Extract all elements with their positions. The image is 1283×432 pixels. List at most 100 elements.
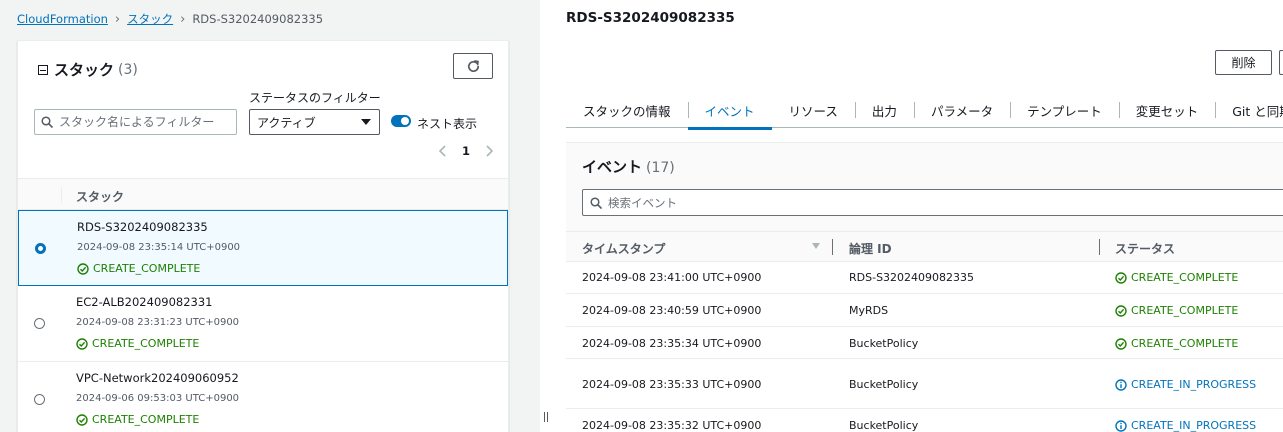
- stack-name[interactable]: VPC-Network202409060952: [76, 371, 239, 385]
- chevron-right-icon: ›: [180, 11, 186, 27]
- search-icon: [41, 116, 53, 128]
- breadcrumb-cloudformation[interactable]: CloudFormation: [17, 12, 108, 26]
- stack-list-pane: CloudFormation › スタック › RDS-S32024090823…: [0, 0, 540, 432]
- event-status: CREATE_COMPLETE: [1115, 271, 1238, 284]
- next-page-button[interactable]: [481, 143, 497, 159]
- stack-list-header: スタック: [18, 178, 508, 210]
- event-status-text: CREATE_COMPLETE: [1131, 271, 1239, 284]
- event-row: 2024-09-08 23:41:00 UTC+0900 RDS-S320240…: [566, 261, 1283, 293]
- tab-template[interactable]: テンプレート: [1010, 92, 1119, 128]
- stack-time: 2024-09-06 09:53:03 UTC+0900: [76, 393, 240, 404]
- stack-status: CREATE_COMPLETE: [77, 262, 200, 275]
- column-divider: [61, 187, 62, 203]
- nest-toggle[interactable]: [391, 115, 411, 127]
- check-circle-icon: [76, 337, 88, 350]
- event-status-text: CREATE_COMPLETE: [1131, 337, 1239, 350]
- stack-row[interactable]: EC2-ALB202409082331 2024-09-08 23:31:23 …: [18, 286, 508, 362]
- events-panel-title: イベント (17): [582, 156, 675, 177]
- event-status: CREATE_COMPLETE: [1115, 337, 1238, 350]
- event-row: 2024-09-08 23:35:33 UTC+0900 BucketPolic…: [566, 358, 1283, 408]
- event-logical-id: RDS-S3202409082335: [849, 271, 975, 284]
- stack-name[interactable]: EC2-ALB202409082331: [76, 295, 212, 309]
- events-count: (17): [646, 160, 675, 176]
- event-status: CREATE_COMPLETE: [1115, 304, 1238, 317]
- stack-search-box[interactable]: [34, 109, 237, 135]
- stack-radio[interactable]: [34, 394, 45, 405]
- event-status: CREATE_IN_PROGRESS: [1115, 419, 1256, 432]
- check-circle-icon: [1115, 271, 1127, 284]
- event-logical-id: BucketPolicy: [849, 337, 919, 350]
- refresh-button[interactable]: [453, 53, 493, 79]
- current-page[interactable]: 1: [462, 144, 470, 158]
- stack-row[interactable]: VPC-Network202409060952 2024-09-06 09:53…: [18, 362, 508, 432]
- event-timestamp: 2024-09-08 23:35:33 UTC+0900: [582, 378, 762, 391]
- nest-toggle-label: ネスト表示: [417, 117, 478, 131]
- status-filter-label: ステータスのフィルター: [249, 91, 381, 105]
- stack-status: CREATE_COMPLETE: [76, 413, 199, 426]
- tab-git-sync[interactable]: Git と同期 - 新規: [1215, 92, 1283, 128]
- more-actions-button[interactable]: [1279, 50, 1283, 75]
- event-row: 2024-09-08 23:35:34 UTC+0900 BucketPolic…: [566, 326, 1283, 358]
- event-search-input[interactable]: [608, 195, 1208, 210]
- event-timestamp: 2024-09-08 23:35:32 UTC+0900: [582, 419, 762, 432]
- tab-outputs[interactable]: 出力: [854, 92, 914, 128]
- stack-status: CREATE_COMPLETE: [76, 337, 199, 350]
- status-filter-select[interactable]: アクティブ: [249, 109, 380, 135]
- event-logical-id: BucketPolicy: [849, 378, 919, 391]
- logical-id-column-header[interactable]: 論理 ID: [849, 240, 892, 257]
- split-pane-resize-handle[interactable]: [540, 0, 550, 432]
- event-status: CREATE_IN_PROGRESS: [1115, 378, 1256, 391]
- events-table-header: タイムスタンプ 論理 ID ステータス: [566, 231, 1283, 261]
- event-timestamp: 2024-09-08 23:40:59 UTC+0900: [582, 304, 762, 317]
- tab-resources[interactable]: リソース: [772, 92, 855, 128]
- column-divider: [1099, 239, 1100, 255]
- event-search-box[interactable]: [582, 189, 1283, 216]
- stack-search-input[interactable]: [59, 115, 229, 129]
- event-logical-id: MyRDS: [849, 304, 889, 317]
- timestamp-column-header[interactable]: タイムスタンプ: [582, 240, 665, 257]
- detail-tabs: スタックの情報 イベント リソース 出力 パラメータ テンプレート 変更セット …: [566, 92, 1283, 130]
- stack-radio[interactable]: [35, 243, 46, 254]
- stack-status-text: CREATE_COMPLETE: [92, 413, 200, 426]
- info-circle-icon: [1115, 419, 1127, 432]
- breadcrumb-current-stack: RDS-S3202409082335: [192, 12, 324, 26]
- chevron-right-icon: ›: [114, 11, 121, 27]
- check-circle-icon: [77, 262, 89, 275]
- breadcrumb-stacks[interactable]: スタック: [127, 11, 173, 27]
- event-timestamp: 2024-09-08 23:41:00 UTC+0900: [582, 271, 762, 284]
- delete-button[interactable]: 削除: [1215, 50, 1272, 75]
- tab-parameters[interactable]: パラメータ: [913, 92, 1010, 128]
- refresh-icon: [467, 59, 479, 72]
- chevron-left-icon: [438, 145, 446, 157]
- prev-page-button[interactable]: [435, 143, 451, 159]
- status-column-header[interactable]: ステータス: [1115, 240, 1175, 257]
- chevron-right-icon: [486, 145, 494, 157]
- tab-events[interactable]: イベント: [687, 92, 772, 130]
- event-status-text: CREATE_IN_PROGRESS: [1131, 419, 1257, 432]
- stack-detail-title: RDS-S3202409082335: [566, 10, 735, 26]
- tab-change-sets[interactable]: 変更セット: [1118, 92, 1216, 128]
- stack-column-header[interactable]: スタック: [76, 188, 124, 205]
- stack-radio[interactable]: [34, 318, 45, 329]
- check-circle-icon: [1115, 337, 1127, 350]
- stack-status-text: CREATE_COMPLETE: [92, 337, 200, 350]
- stack-status-text: CREATE_COMPLETE: [93, 262, 201, 275]
- collapse-icon[interactable]: [38, 64, 48, 75]
- stack-time: 2024-09-08 23:35:14 UTC+0900: [77, 242, 241, 253]
- breadcrumb: CloudFormation › スタック › RDS-S32024090823…: [17, 11, 323, 27]
- info-circle-icon: [1115, 378, 1127, 391]
- check-circle-icon: [1115, 304, 1127, 317]
- event-row: 2024-09-08 23:40:59 UTC+0900 MyRDS CREAT…: [566, 293, 1283, 326]
- tab-stack-info[interactable]: スタックの情報: [566, 92, 688, 128]
- search-icon: [590, 196, 602, 209]
- event-timestamp: 2024-09-08 23:35:34 UTC+0900: [582, 337, 762, 350]
- event-status-text: CREATE_COMPLETE: [1131, 304, 1239, 317]
- stack-row[interactable]: RDS-S3202409082335 2024-09-08 23:35:14 U…: [18, 210, 508, 286]
- stacks-panel: スタック (3) ステータスのフィルター アクティブ ネスト表示: [17, 40, 509, 432]
- stacks-panel-title: スタック: [54, 61, 115, 79]
- event-status-text: CREATE_IN_PROGRESS: [1131, 378, 1257, 391]
- stack-detail-pane: RDS-S3202409082335 削除 スタックの情報 イベント リソース …: [550, 0, 1283, 432]
- column-divider: [832, 239, 833, 255]
- sort-down-icon[interactable]: [812, 243, 820, 249]
- stack-name[interactable]: RDS-S3202409082335: [77, 220, 208, 234]
